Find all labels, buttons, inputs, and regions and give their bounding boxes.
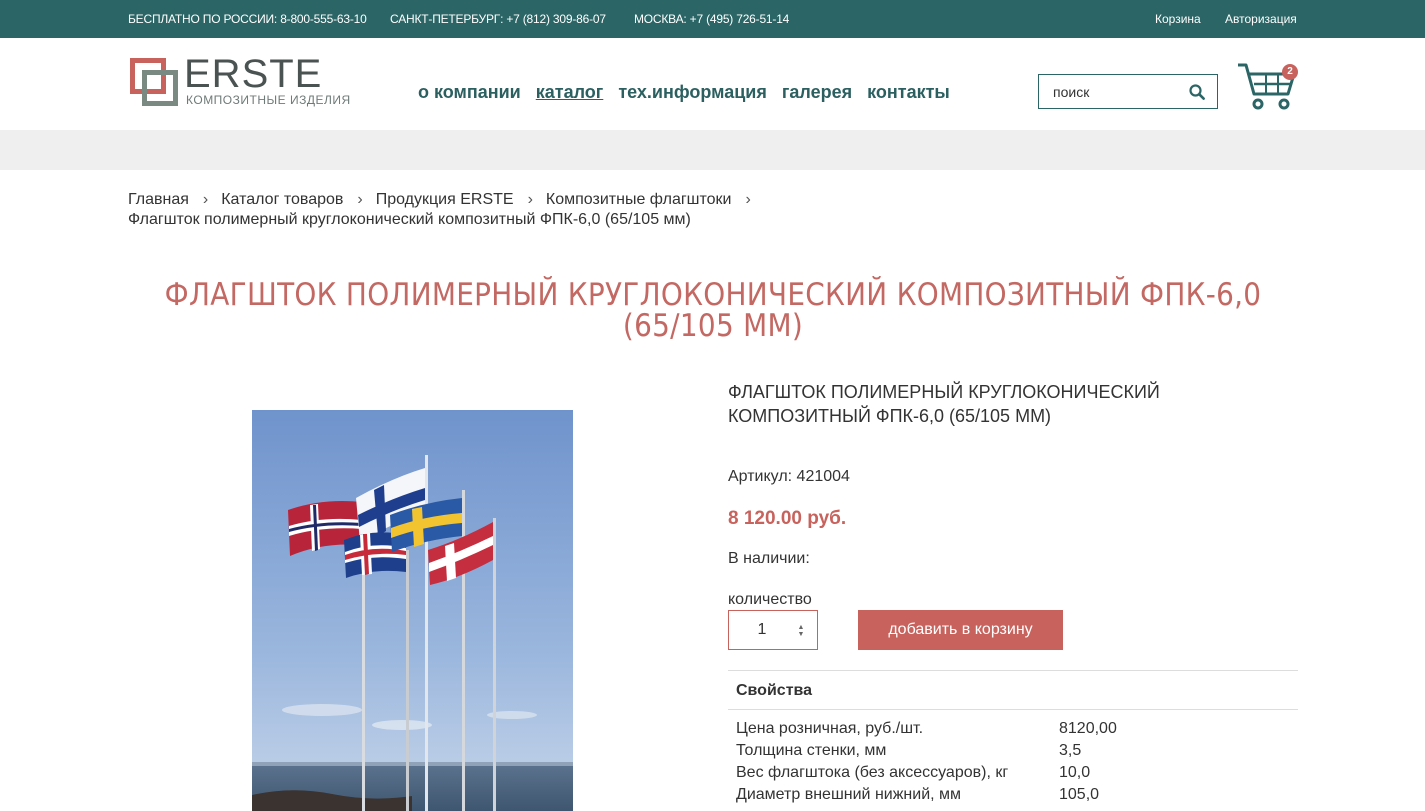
- quantity-spinner[interactable]: ▲ ▼: [797, 624, 805, 638]
- breadcrumb: Главная › Каталог товаров › Продукция ERSTE ›…: [128, 190, 1298, 230]
- product-name: ФЛАГШТОК ПОЛИМЕРНЫЙ КРУГЛОКОНИЧЕСКИЙ КОМ…: [728, 382, 1160, 426]
- product-image[interactable]: [252, 410, 573, 811]
- cart-button[interactable]: 2: [1236, 60, 1300, 112]
- property-value: 10,0: [1059, 764, 1091, 781]
- top-bar: БЕСПЛАТНО ПО РОССИИ: 8-800-555-63-10 САН…: [0, 0, 1425, 38]
- login-link[interactable]: Авторизация: [1225, 12, 1297, 26]
- property-name: Цена розничная, руб./шт.: [736, 720, 924, 737]
- properties-header: Свойства: [728, 671, 1298, 710]
- chevron-right-icon: ›: [745, 191, 751, 208]
- product-sku: Артикул: 421004: [728, 468, 850, 485]
- phone-moscow: МОСКВА: +7 (495) 726-51-14: [634, 12, 790, 26]
- phone-russia: БЕСПЛАТНО ПО РОССИИ: 8-800-555-63-10: [128, 12, 367, 26]
- quantity-stepper: ▲ ▼: [728, 610, 818, 650]
- phone-spb: САНКТ-ПЕТЕРБУРГ: +7 (812) 309-86-07: [390, 12, 606, 26]
- grey-band: [0, 130, 1425, 170]
- breadcrumb-erste-products[interactable]: Продукция ERSTE: [376, 191, 514, 208]
- table-row: Диаметр внешний нижний, мм 105,0: [728, 784, 1259, 806]
- nav-item-catalog[interactable]: каталог: [536, 82, 604, 102]
- flagpoles-photo: [252, 410, 573, 811]
- search-icon[interactable]: [1189, 84, 1205, 100]
- nav-item-contacts[interactable]: контакты: [867, 82, 950, 102]
- header: ERSTE КОМПОЗИТНЫЕ ИЗДЕЛИЯ о компании кат…: [0, 38, 1425, 130]
- stock-status: В наличии:: [728, 550, 810, 567]
- main-nav: о компании каталог тех.информация галере…: [418, 82, 960, 103]
- add-to-cart-button[interactable]: добавить в корзину: [858, 610, 1063, 650]
- table-row: Вес флагштока (без аксессуаров), кг 10,0: [728, 762, 1259, 784]
- product-price: 8 120.00 руб.: [728, 508, 847, 529]
- cart-link[interactable]: Корзина: [1155, 12, 1201, 26]
- nav-item-tech-info[interactable]: тех.информация: [618, 82, 767, 102]
- logo[interactable]: ERSTE КОМПОЗИТНЫЕ ИЗДЕЛИЯ: [128, 52, 350, 112]
- arrow-up-icon[interactable]: ▲: [797, 624, 805, 631]
- quantity-input[interactable]: [729, 611, 795, 649]
- properties-list: Цена розничная, руб./шт. 8120,00 Толщина…: [728, 718, 1259, 806]
- chevron-right-icon: ›: [357, 191, 363, 208]
- property-value: 3,5: [1059, 742, 1082, 759]
- chevron-right-icon: ›: [202, 191, 209, 208]
- cart-count-badge: 2: [1282, 64, 1298, 80]
- logo-name: ERSTE: [184, 52, 323, 96]
- property-value: 8120,00: [1059, 720, 1117, 737]
- nav-item-gallery[interactable]: галерея: [782, 82, 852, 102]
- breadcrumb-catalog[interactable]: Каталог товаров: [221, 191, 343, 208]
- table-row: Толщина стенки, мм 3,5: [728, 740, 1259, 762]
- breadcrumb-current: Флагшток полимерный круглоконический ком…: [128, 211, 691, 228]
- search-input[interactable]: [1039, 75, 1184, 108]
- property-name: Толщина стенки, мм: [736, 742, 887, 759]
- breadcrumb-home[interactable]: Главная: [128, 191, 189, 208]
- page-title: Флагшток полимерный круглоконический ком…: [164, 277, 1262, 344]
- property-name: Вес флагштока (без аксессуаров), кг: [736, 764, 1009, 781]
- quantity-label: количество: [728, 591, 812, 608]
- logo-subtitle: КОМПОЗИТНЫЕ ИЗДЕЛИЯ: [186, 93, 351, 107]
- table-row: Цена розничная, руб./шт. 8120,00: [728, 718, 1259, 740]
- arrow-down-icon[interactable]: ▼: [797, 631, 805, 638]
- product-info: ФЛАГШТОК ПОЛИМЕРНЫЙ КРУГЛОКОНИЧЕСКИЙ КОМ…: [728, 380, 1298, 803]
- properties-table: Свойства Цена розничная, руб./шт. 8120,0…: [728, 670, 1298, 806]
- breadcrumb-flagpoles[interactable]: Композитные флагштоки: [546, 191, 732, 208]
- search-box: [1038, 74, 1218, 109]
- chevron-right-icon: ›: [527, 191, 533, 208]
- nav-item-about[interactable]: о компании: [418, 82, 521, 102]
- logo-square-grey: [142, 70, 178, 106]
- property-name: Диаметр внешний нижний, мм: [736, 786, 962, 803]
- property-value: 105,0: [1059, 786, 1100, 803]
